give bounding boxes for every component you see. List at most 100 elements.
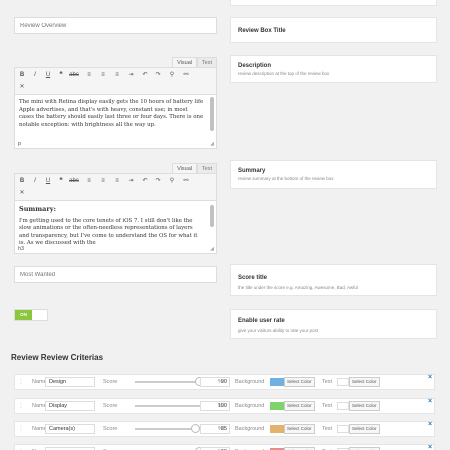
score-title-card: Score title the title under the score e.…: [230, 264, 437, 296]
description-card: Description review description at the to…: [230, 55, 437, 83]
text-select-color-button[interactable]: Select Color: [349, 401, 380, 411]
criteria-name-input[interactable]: Design: [45, 377, 95, 387]
text-color-swatch[interactable]: [337, 402, 349, 410]
background-color-swatch[interactable]: [270, 402, 284, 410]
redo-icon[interactable]: ↷: [153, 177, 163, 186]
criteria-row: ⋮ Name Design Score 90 % Background Sele…: [14, 374, 435, 390]
criteria-score-label: Score: [103, 445, 117, 450]
delete-icon[interactable]: ×: [428, 371, 432, 385]
user-rate-help: give your visitors ability to rate your …: [238, 328, 319, 333]
score-input[interactable]: 90: [200, 377, 230, 387]
italic-icon[interactable]: I: [30, 177, 40, 186]
review-overview-input[interactable]: [14, 17, 217, 34]
tab-visual[interactable]: Visual: [172, 163, 197, 173]
tab-visual[interactable]: Visual: [172, 57, 197, 67]
description-help: review description at the top of the rev…: [238, 71, 330, 76]
indent-icon[interactable]: ⇥: [126, 177, 136, 186]
summary-heading: Summary:: [19, 205, 56, 213]
summary-editor: Visual Text B I U ❝ abc ≡ ≡ ≡ ⇥ ↶ ↷ ⚲ ⚯ …: [14, 163, 217, 254]
blockquote-icon[interactable]: ❝: [56, 71, 66, 80]
tab-text[interactable]: Text: [196, 57, 217, 67]
drag-handle-icon[interactable]: ⋮: [18, 445, 24, 450]
description-content[interactable]: The mini with Retina display easily gets…: [14, 95, 217, 149]
score-input[interactable]: 85: [200, 424, 230, 434]
align-left-icon[interactable]: ≡: [84, 177, 94, 186]
user-rate-toggle[interactable]: ON: [14, 309, 48, 321]
criteria-row: ⋮ Name Score 90 % Background Select Colo…: [14, 444, 435, 450]
drag-handle-icon[interactable]: ⋮: [18, 375, 24, 389]
indent-icon[interactable]: ⇥: [126, 71, 136, 80]
italic-icon[interactable]: I: [30, 71, 40, 80]
unlink-icon[interactable]: ⚯: [181, 71, 191, 80]
drag-handle-icon[interactable]: ⋮: [18, 422, 24, 436]
tab-text[interactable]: Text: [196, 163, 217, 173]
editor-toolbar: B I U ❝ abc ≡ ≡ ≡ ⇥ ↶ ↷ ⚲ ⚯ ✕: [14, 67, 217, 95]
resize-handle-icon[interactable]: ◢: [210, 246, 214, 252]
bold-icon[interactable]: B: [17, 177, 27, 186]
review-settings-page: Review Box Title Visual Text B I U ❝ abc…: [0, 0, 450, 450]
background-color-swatch[interactable]: [270, 378, 284, 386]
background-select-color-button[interactable]: Select Color: [284, 401, 315, 411]
strikethrough-icon[interactable]: abc: [69, 177, 79, 186]
link-icon[interactable]: ⚲: [167, 71, 177, 80]
undo-icon[interactable]: ↶: [140, 71, 150, 80]
summary-content[interactable]: Summary: I'm getting used to the core te…: [14, 201, 217, 254]
strikethrough-icon[interactable]: abc: [69, 71, 79, 80]
fullscreen-icon[interactable]: ✕: [17, 189, 27, 198]
scrollbar[interactable]: [210, 205, 214, 227]
background-select-color-button[interactable]: Select Color: [284, 424, 315, 434]
editor-path: h3: [18, 246, 27, 252]
criteria-name-input[interactable]: Camera(s): [45, 424, 95, 434]
editor-toolbar: B I U ❝ abc ≡ ≡ ≡ ⇥ ↶ ↷ ⚲ ⚯ ✕: [14, 173, 217, 201]
delete-icon[interactable]: ×: [428, 395, 432, 409]
summary-label: Summary: [238, 168, 266, 174]
background-select-color-button[interactable]: Select Color: [284, 377, 315, 387]
drag-handle-icon[interactable]: ⋮: [18, 399, 24, 413]
score-title-label: Score title: [238, 275, 268, 281]
summary-text: I'm getting used to the core tenets of i…: [19, 217, 198, 247]
undo-icon[interactable]: ↶: [140, 177, 150, 186]
percent-sign: %: [218, 379, 223, 385]
toggle-on-label: ON: [15, 310, 32, 320]
underline-icon[interactable]: U: [43, 71, 53, 80]
delete-icon[interactable]: ×: [428, 418, 432, 432]
criteria-row: ⋮ Name Camera(s) Score 85 % Background S…: [14, 421, 435, 437]
criteria-score-label: Score: [103, 426, 118, 432]
text-color-swatch[interactable]: [337, 425, 349, 433]
redo-icon[interactable]: ↷: [153, 71, 163, 80]
link-icon[interactable]: ⚲: [167, 177, 177, 186]
background-label: Background: [235, 379, 265, 385]
delete-icon[interactable]: ×: [428, 441, 432, 450]
align-right-icon[interactable]: ≡: [112, 177, 122, 186]
percent-sign: %: [218, 403, 223, 409]
text-select-color-button[interactable]: Select Color: [349, 424, 380, 434]
unlink-icon[interactable]: ⚯: [181, 177, 191, 186]
background-label: Background: [235, 426, 265, 432]
background-label: Background: [235, 403, 265, 409]
criteria-score-label: Score: [103, 403, 118, 409]
background-color-swatch[interactable]: [270, 425, 284, 433]
score-slider-knob[interactable]: [191, 424, 201, 433]
top-side-card: [230, 0, 437, 6]
bold-icon[interactable]: B: [17, 71, 27, 80]
align-left-icon[interactable]: ≡: [84, 71, 94, 80]
align-right-icon[interactable]: ≡: [112, 71, 122, 80]
description-editor: Visual Text B I U ❝ abc ≡ ≡ ≡ ⇥ ↶ ↷ ⚲ ⚯ …: [14, 57, 217, 149]
fullscreen-icon[interactable]: ✕: [17, 83, 27, 92]
resize-handle-icon[interactable]: ◢: [210, 141, 214, 147]
blockquote-icon[interactable]: ❝: [56, 177, 66, 186]
underline-icon[interactable]: U: [43, 177, 53, 186]
score-title-help: the title under the score e.g. Amazing, …: [238, 285, 358, 290]
align-center-icon[interactable]: ≡: [98, 71, 108, 80]
score-slider[interactable]: [135, 405, 207, 407]
scrollbar[interactable]: [210, 97, 214, 131]
text-color-swatch[interactable]: [337, 378, 349, 386]
user-rate-card: Enable user rate give your visitors abil…: [230, 309, 437, 339]
review-box-title-label: Review Box Title: [238, 28, 286, 34]
score-title-input[interactable]: [14, 266, 217, 283]
align-center-icon[interactable]: ≡: [98, 177, 108, 186]
text-select-color-button[interactable]: Select Color: [349, 377, 380, 387]
background-label: Background: [235, 445, 264, 450]
score-input[interactable]: 100: [200, 401, 230, 411]
criteria-name-input[interactable]: Display: [45, 401, 95, 411]
